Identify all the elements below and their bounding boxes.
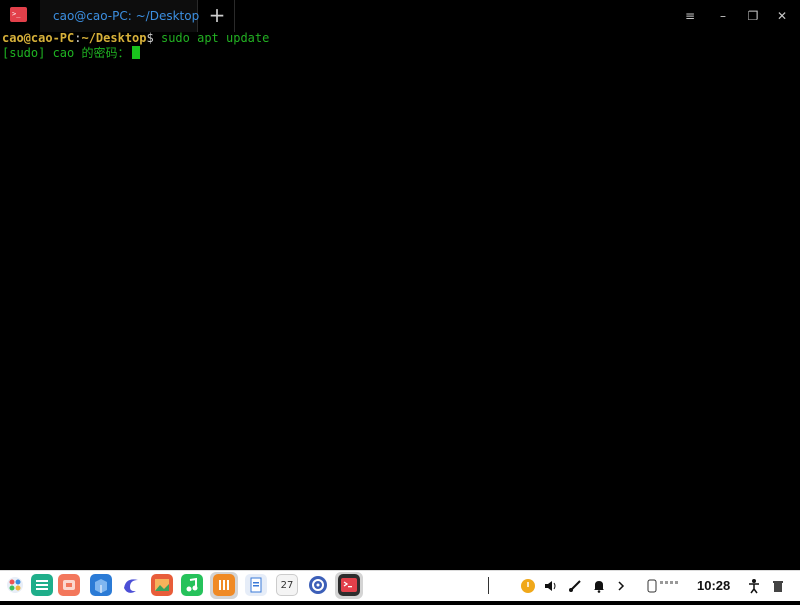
terminal-app-icon: >_ bbox=[10, 7, 27, 22]
minimize-button[interactable]: – bbox=[713, 6, 733, 26]
restore-icon: ❐ bbox=[747, 9, 759, 23]
tab-separator bbox=[234, 0, 235, 32]
terminal-line-password: [sudo] cao 的密码： bbox=[2, 46, 798, 61]
taskbar: 27 10:28 bbox=[0, 570, 800, 601]
new-tab-button[interactable]: + bbox=[205, 3, 229, 27]
calendar-icon[interactable]: 27 bbox=[276, 574, 298, 596]
chevron-right-icon[interactable] bbox=[614, 578, 628, 594]
sudo-password-prompt: [sudo] cao 的密码： bbox=[2, 46, 130, 60]
close-icon: ✕ bbox=[776, 9, 788, 23]
prompt-user-host: cao@cao-PC bbox=[2, 31, 75, 45]
tab-terminal[interactable]: cao@cao-PC: ~/Desktop bbox=[40, 0, 200, 32]
package-icon[interactable] bbox=[90, 574, 112, 596]
trash-icon[interactable] bbox=[769, 578, 787, 594]
document-viewer-icon[interactable] bbox=[245, 574, 267, 596]
terminal-cursor bbox=[132, 46, 141, 59]
image-viewer-icon[interactable] bbox=[151, 574, 173, 596]
tab-title: cao@cao-PC: ~/Desktop bbox=[53, 9, 200, 23]
title-bar[interactable]: >_ cao@cao-PC: ~/Desktop + ≡ – ❐ ✕ bbox=[0, 0, 800, 32]
terminal-window: >_ cao@cao-PC: ~/Desktop + ≡ – ❐ ✕ cao@c… bbox=[0, 0, 800, 570]
launcher-icon[interactable] bbox=[4, 574, 26, 596]
command-text: sudo apt update bbox=[153, 31, 270, 45]
accessibility-icon[interactable] bbox=[745, 578, 763, 594]
clock[interactable]: 10:28 bbox=[697, 578, 730, 593]
close-button[interactable]: ✕ bbox=[772, 6, 792, 26]
calendar-day: 27 bbox=[280, 580, 294, 591]
settings-icon[interactable] bbox=[307, 574, 329, 596]
app-store-icon[interactable] bbox=[58, 574, 80, 596]
prompt-dollar: $ bbox=[146, 31, 154, 45]
maximize-button[interactable]: ❐ bbox=[743, 6, 763, 26]
network-icon[interactable] bbox=[566, 578, 584, 594]
terminal-icon[interactable] bbox=[338, 574, 360, 596]
terminal-line-command: cao@cao-PC:~/Desktop$ sudo apt update bbox=[2, 31, 798, 46]
tray-app-icon[interactable] bbox=[646, 578, 686, 594]
notes-icon[interactable] bbox=[213, 574, 235, 596]
tray-separator bbox=[488, 577, 489, 594]
terminal-output[interactable]: cao@cao-PC:~/Desktop$ sudo apt update [su… bbox=[2, 31, 798, 561]
menu-icon: ≡ bbox=[684, 9, 696, 23]
browser-icon[interactable] bbox=[120, 574, 142, 596]
prompt-path: ~/Desktop bbox=[81, 31, 147, 45]
minimize-icon: – bbox=[720, 9, 726, 23]
music-icon[interactable] bbox=[181, 574, 203, 596]
menu-button[interactable]: ≡ bbox=[680, 6, 700, 26]
notification-icon[interactable] bbox=[590, 578, 608, 594]
power-icon[interactable] bbox=[519, 578, 537, 594]
file-manager-icon[interactable] bbox=[31, 574, 53, 596]
volume-icon[interactable] bbox=[542, 578, 560, 594]
